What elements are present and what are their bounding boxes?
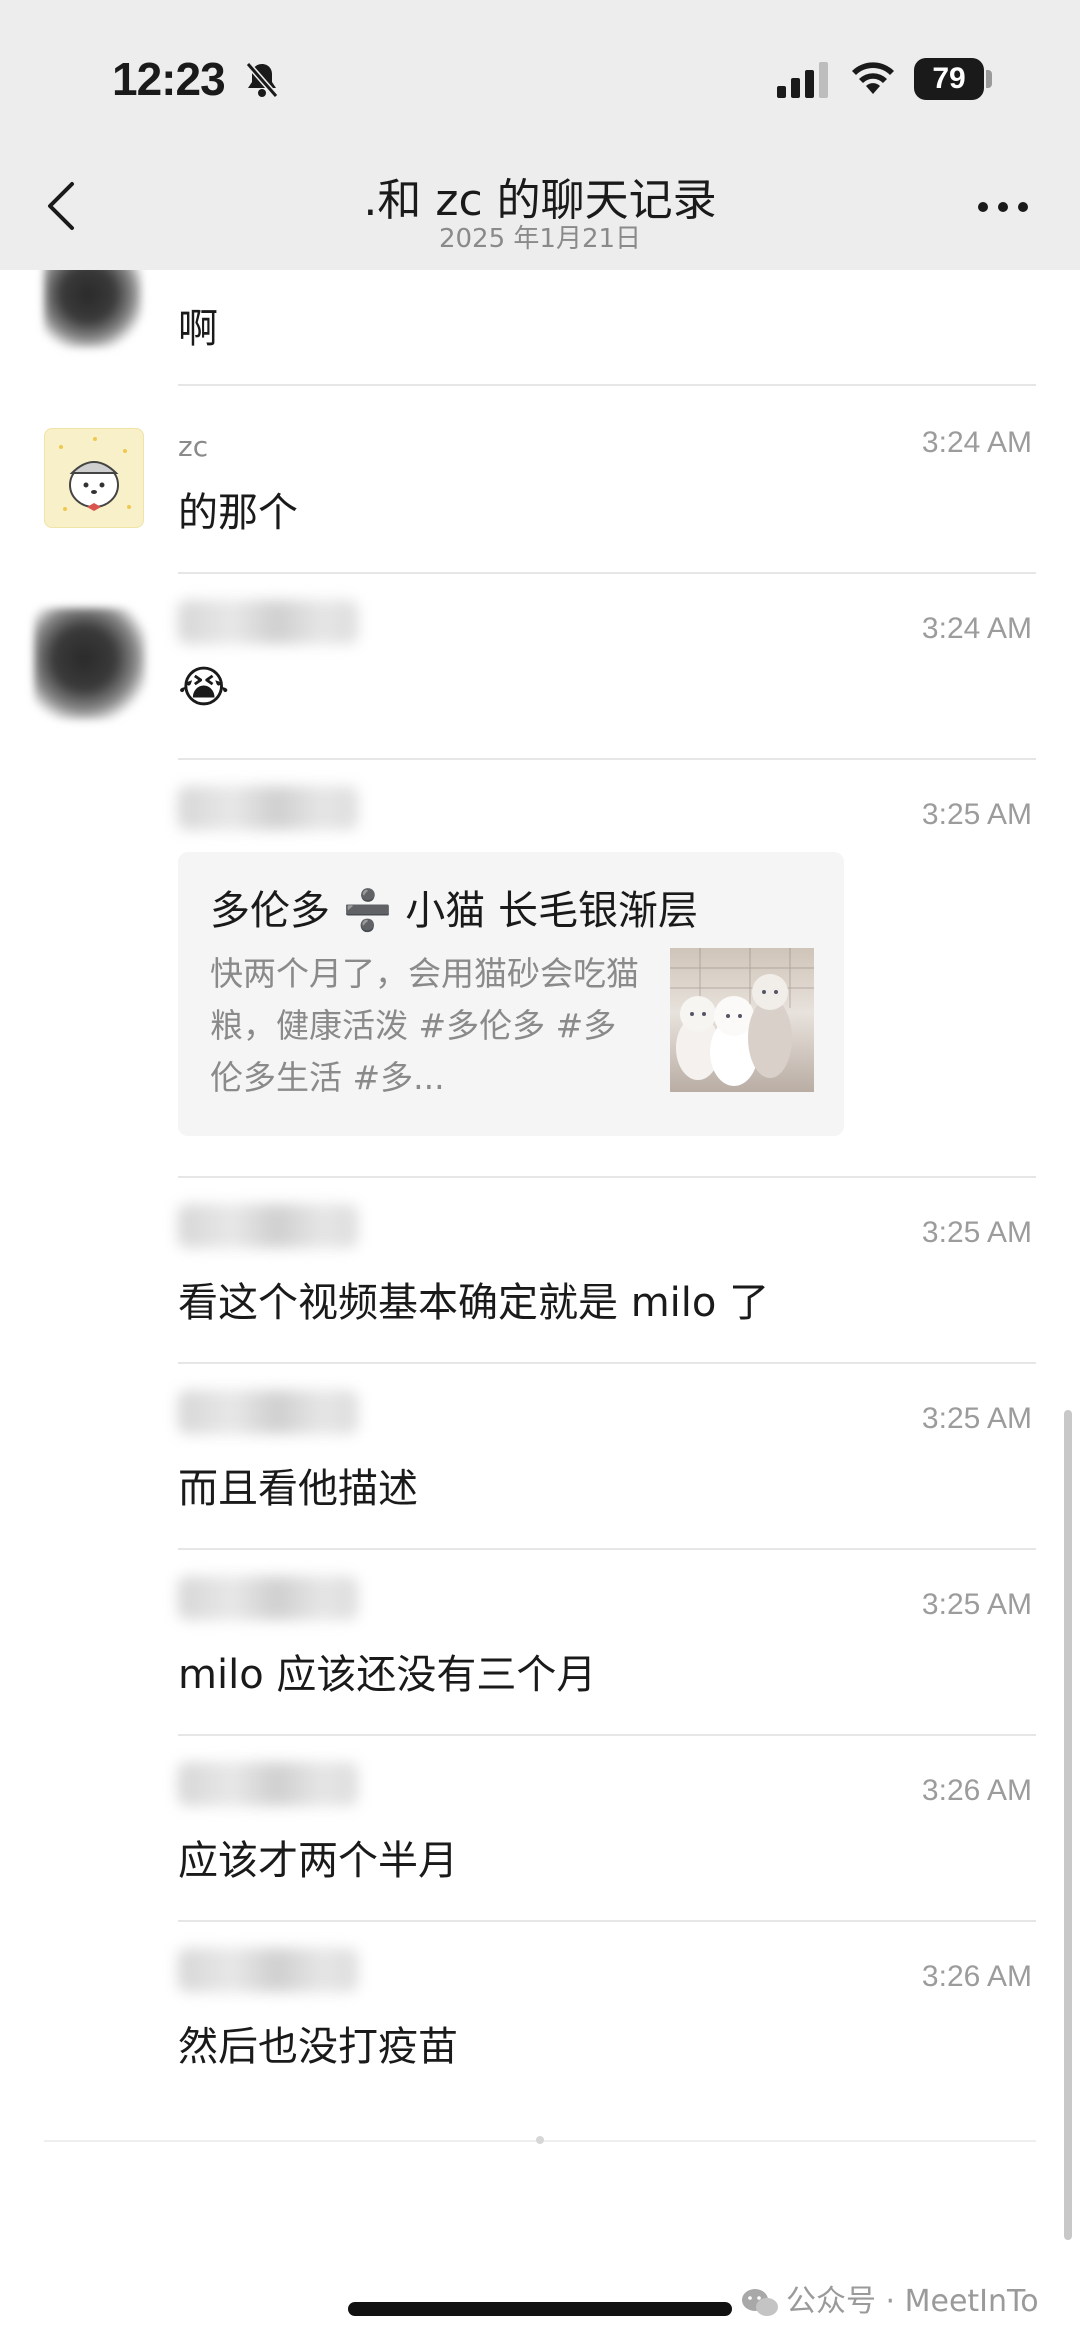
message-text: milo 应该还没有三个月 <box>178 1652 597 1698</box>
watermark-text: 公众号 · MeetInTo <box>786 2284 1039 2319</box>
message-time: 3:25 AM <box>921 1402 1032 1435</box>
message-time: 3:25 AM <box>921 1216 1032 1249</box>
message-time: 3:26 AM <box>921 1774 1032 1807</box>
message-item[interactable]: 3:25 AM milo 应该还没有三个月 <box>0 1550 1080 1736</box>
message-item[interactable]: 3:25 AM 看这个视频基本确定就是 milo 了 <box>0 1178 1080 1364</box>
message-text: 然后也没打疫苗 <box>178 2024 458 2070</box>
card-description: 快两个月了，会用猫砂会吃猫粮，健康活泼 #多伦多 #多伦多生活 #多... <box>210 954 639 1097</box>
bell-slash-icon <box>245 62 279 98</box>
home-indicator[interactable] <box>348 2302 732 2316</box>
sender-name <box>178 1762 358 1806</box>
card-title: 多伦多 ➗ 小猫 长毛银渐层 <box>210 888 698 934</box>
avatar[interactable] <box>44 428 144 528</box>
message-item[interactable]: 3:26 AM 应该才两个半月 <box>0 1736 1080 1922</box>
message-text: 应该才两个半月 <box>178 1838 458 1884</box>
battery-icon: 79 <box>914 58 984 100</box>
end-dot <box>536 2136 544 2144</box>
message-emoji: 😭 <box>178 662 230 713</box>
message-time: 3:25 AM <box>921 798 1032 831</box>
avatar[interactable] <box>34 608 146 720</box>
chat-header: 12:23 79 .和 zc 的聊天记录 2025 年1月21日 <box>0 0 1080 270</box>
message-time: 3:25 AM <box>921 1588 1032 1621</box>
sender-name <box>178 1390 358 1434</box>
message-text: 看这个视频基本确定就是 milo 了 <box>178 1280 770 1326</box>
message-text: 而且看他描述 <box>178 1466 418 1512</box>
message-item[interactable]: 3:24 AM 😭 <box>0 574 1080 760</box>
cartoon-dog-icon <box>59 437 131 511</box>
more-icon[interactable] <box>976 196 1030 218</box>
signal-icon <box>777 62 828 98</box>
message-time: 3:24 AM <box>921 426 1032 459</box>
watermark: 公众号 · MeetInTo <box>740 2276 1039 2320</box>
battery-cap <box>986 70 992 88</box>
sender-name <box>178 1204 358 1248</box>
status-time: 12:23 <box>112 53 226 105</box>
sender-name <box>178 1948 358 1992</box>
wifi-icon <box>852 62 894 94</box>
message-item[interactable]: 3:25 AM 而且看他描述 <box>0 1364 1080 1550</box>
sender-name <box>178 1576 358 1620</box>
shared-video-card[interactable]: 多伦多 ➗ 小猫 长毛银渐层 快两个月了，会用猫砂会吃猫粮，健康活泼 #多伦多 … <box>178 852 844 1136</box>
kittens-thumbnail <box>670 948 814 1092</box>
sender-name <box>178 786 358 830</box>
scrollbar[interactable] <box>1064 1410 1072 2240</box>
message-item[interactable]: 3:26 AM 然后也没打疫苗 <box>0 1922 1080 2108</box>
sender-name <box>178 600 358 644</box>
kittens-image-icon <box>670 948 814 1086</box>
message-text: 啊 <box>178 306 218 352</box>
page-subtitle: 2025 年1月21日 <box>438 224 642 254</box>
sender-name: zc <box>178 430 209 463</box>
divider <box>178 384 1036 386</box>
message-time: 3:24 AM <box>921 612 1032 645</box>
message-time: 3:26 AM <box>921 1960 1032 1993</box>
wechat-icon <box>742 2288 778 2316</box>
message-text: 的那个 <box>178 490 298 536</box>
message-item[interactable]: zc 3:24 AM 的那个 <box>0 388 1080 574</box>
